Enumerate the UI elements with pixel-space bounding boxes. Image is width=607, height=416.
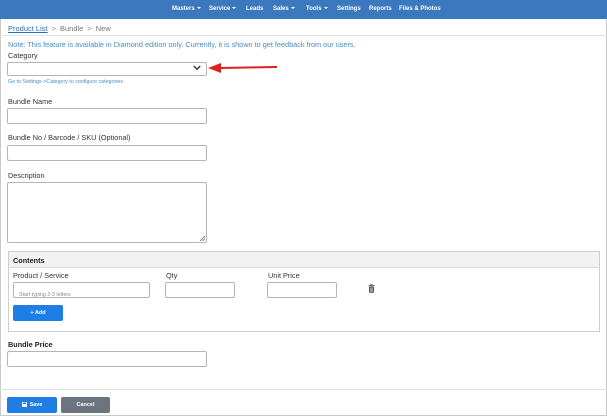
bundle-name-field[interactable] <box>8 114 206 128</box>
contents-header: Contents <box>9 252 599 268</box>
save-button[interactable]: Save <box>7 397 57 413</box>
description-textarea[interactable] <box>7 182 207 243</box>
nav-files-photos[interactable]: Files & Photos <box>399 5 441 13</box>
nav-settings[interactable]: Settings <box>337 5 361 13</box>
nav-service[interactable]: Service <box>209 5 237 13</box>
chevron-down-icon <box>232 7 237 10</box>
annotation-arrow <box>208 63 278 73</box>
category-label: Category <box>8 51 38 60</box>
breadcrumb-separator: > <box>87 24 92 33</box>
column-header-qty: Qty <box>166 271 178 280</box>
nav-tools[interactable]: Tools <box>306 5 328 13</box>
bundle-name-label: Bundle Name <box>8 97 53 106</box>
qty-field[interactable] <box>166 288 234 302</box>
bundle-name-input[interactable] <box>7 108 207 128</box>
nav-reports[interactable]: Reports <box>369 5 392 13</box>
nav-masters[interactable]: Masters <box>172 5 201 13</box>
chevron-down-icon <box>290 7 295 10</box>
resize-handle-icon[interactable] <box>199 235 205 241</box>
bundle-price-label: Bundle Price <box>8 340 53 349</box>
add-item-button[interactable]: + Add <box>13 305 63 321</box>
bundle-price-input[interactable] <box>7 351 207 371</box>
trash-icon[interactable] <box>368 284 375 293</box>
category-select[interactable] <box>7 62 207 76</box>
edition-note: Note: This feature is available in Diamo… <box>8 40 356 49</box>
chevron-down-icon <box>193 65 201 70</box>
breadcrumb: Product List > Bundle > New <box>8 24 111 33</box>
unit-price-input[interactable] <box>267 282 337 302</box>
description-label: Description <box>8 171 45 180</box>
product-service-input[interactable] <box>13 282 150 302</box>
chevron-down-icon <box>323 7 328 10</box>
bundle-no-label: Bundle No / Barcode / SKU (Optional) <box>8 133 131 142</box>
chevron-down-icon <box>196 7 201 10</box>
top-navbar: Masters Service Leads Sales Tools Settin… <box>0 0 607 19</box>
category-settings-link[interactable]: Go to Settings->Category to configure ca… <box>8 79 123 85</box>
save-button-label: Save <box>29 402 43 408</box>
product-service-field[interactable] <box>14 288 149 302</box>
contents-title: Contents <box>13 256 45 265</box>
bundle-price-field[interactable] <box>8 357 206 371</box>
cancel-button[interactable]: Cancel <box>61 397 110 413</box>
unit-price-field[interactable] <box>268 288 336 302</box>
breadcrumb-new: New <box>95 24 111 33</box>
breadcrumb-bundle: Bundle <box>60 24 84 33</box>
column-header-product: Product / Service <box>13 271 69 280</box>
bundle-no-field[interactable] <box>8 151 206 165</box>
column-header-unit-price: Unit Price <box>268 271 300 280</box>
floppy-disk-icon <box>21 401 27 407</box>
bundle-no-input[interactable] <box>7 145 207 165</box>
breadcrumb-product-list[interactable]: Product List <box>8 24 48 33</box>
nav-leads[interactable]: Leads <box>246 5 263 13</box>
breadcrumb-separator: > <box>51 24 56 33</box>
nav-sales[interactable]: Sales <box>273 5 295 13</box>
qty-input[interactable] <box>165 282 235 302</box>
footer-divider <box>0 389 607 390</box>
breadcrumb-divider <box>0 35 607 36</box>
